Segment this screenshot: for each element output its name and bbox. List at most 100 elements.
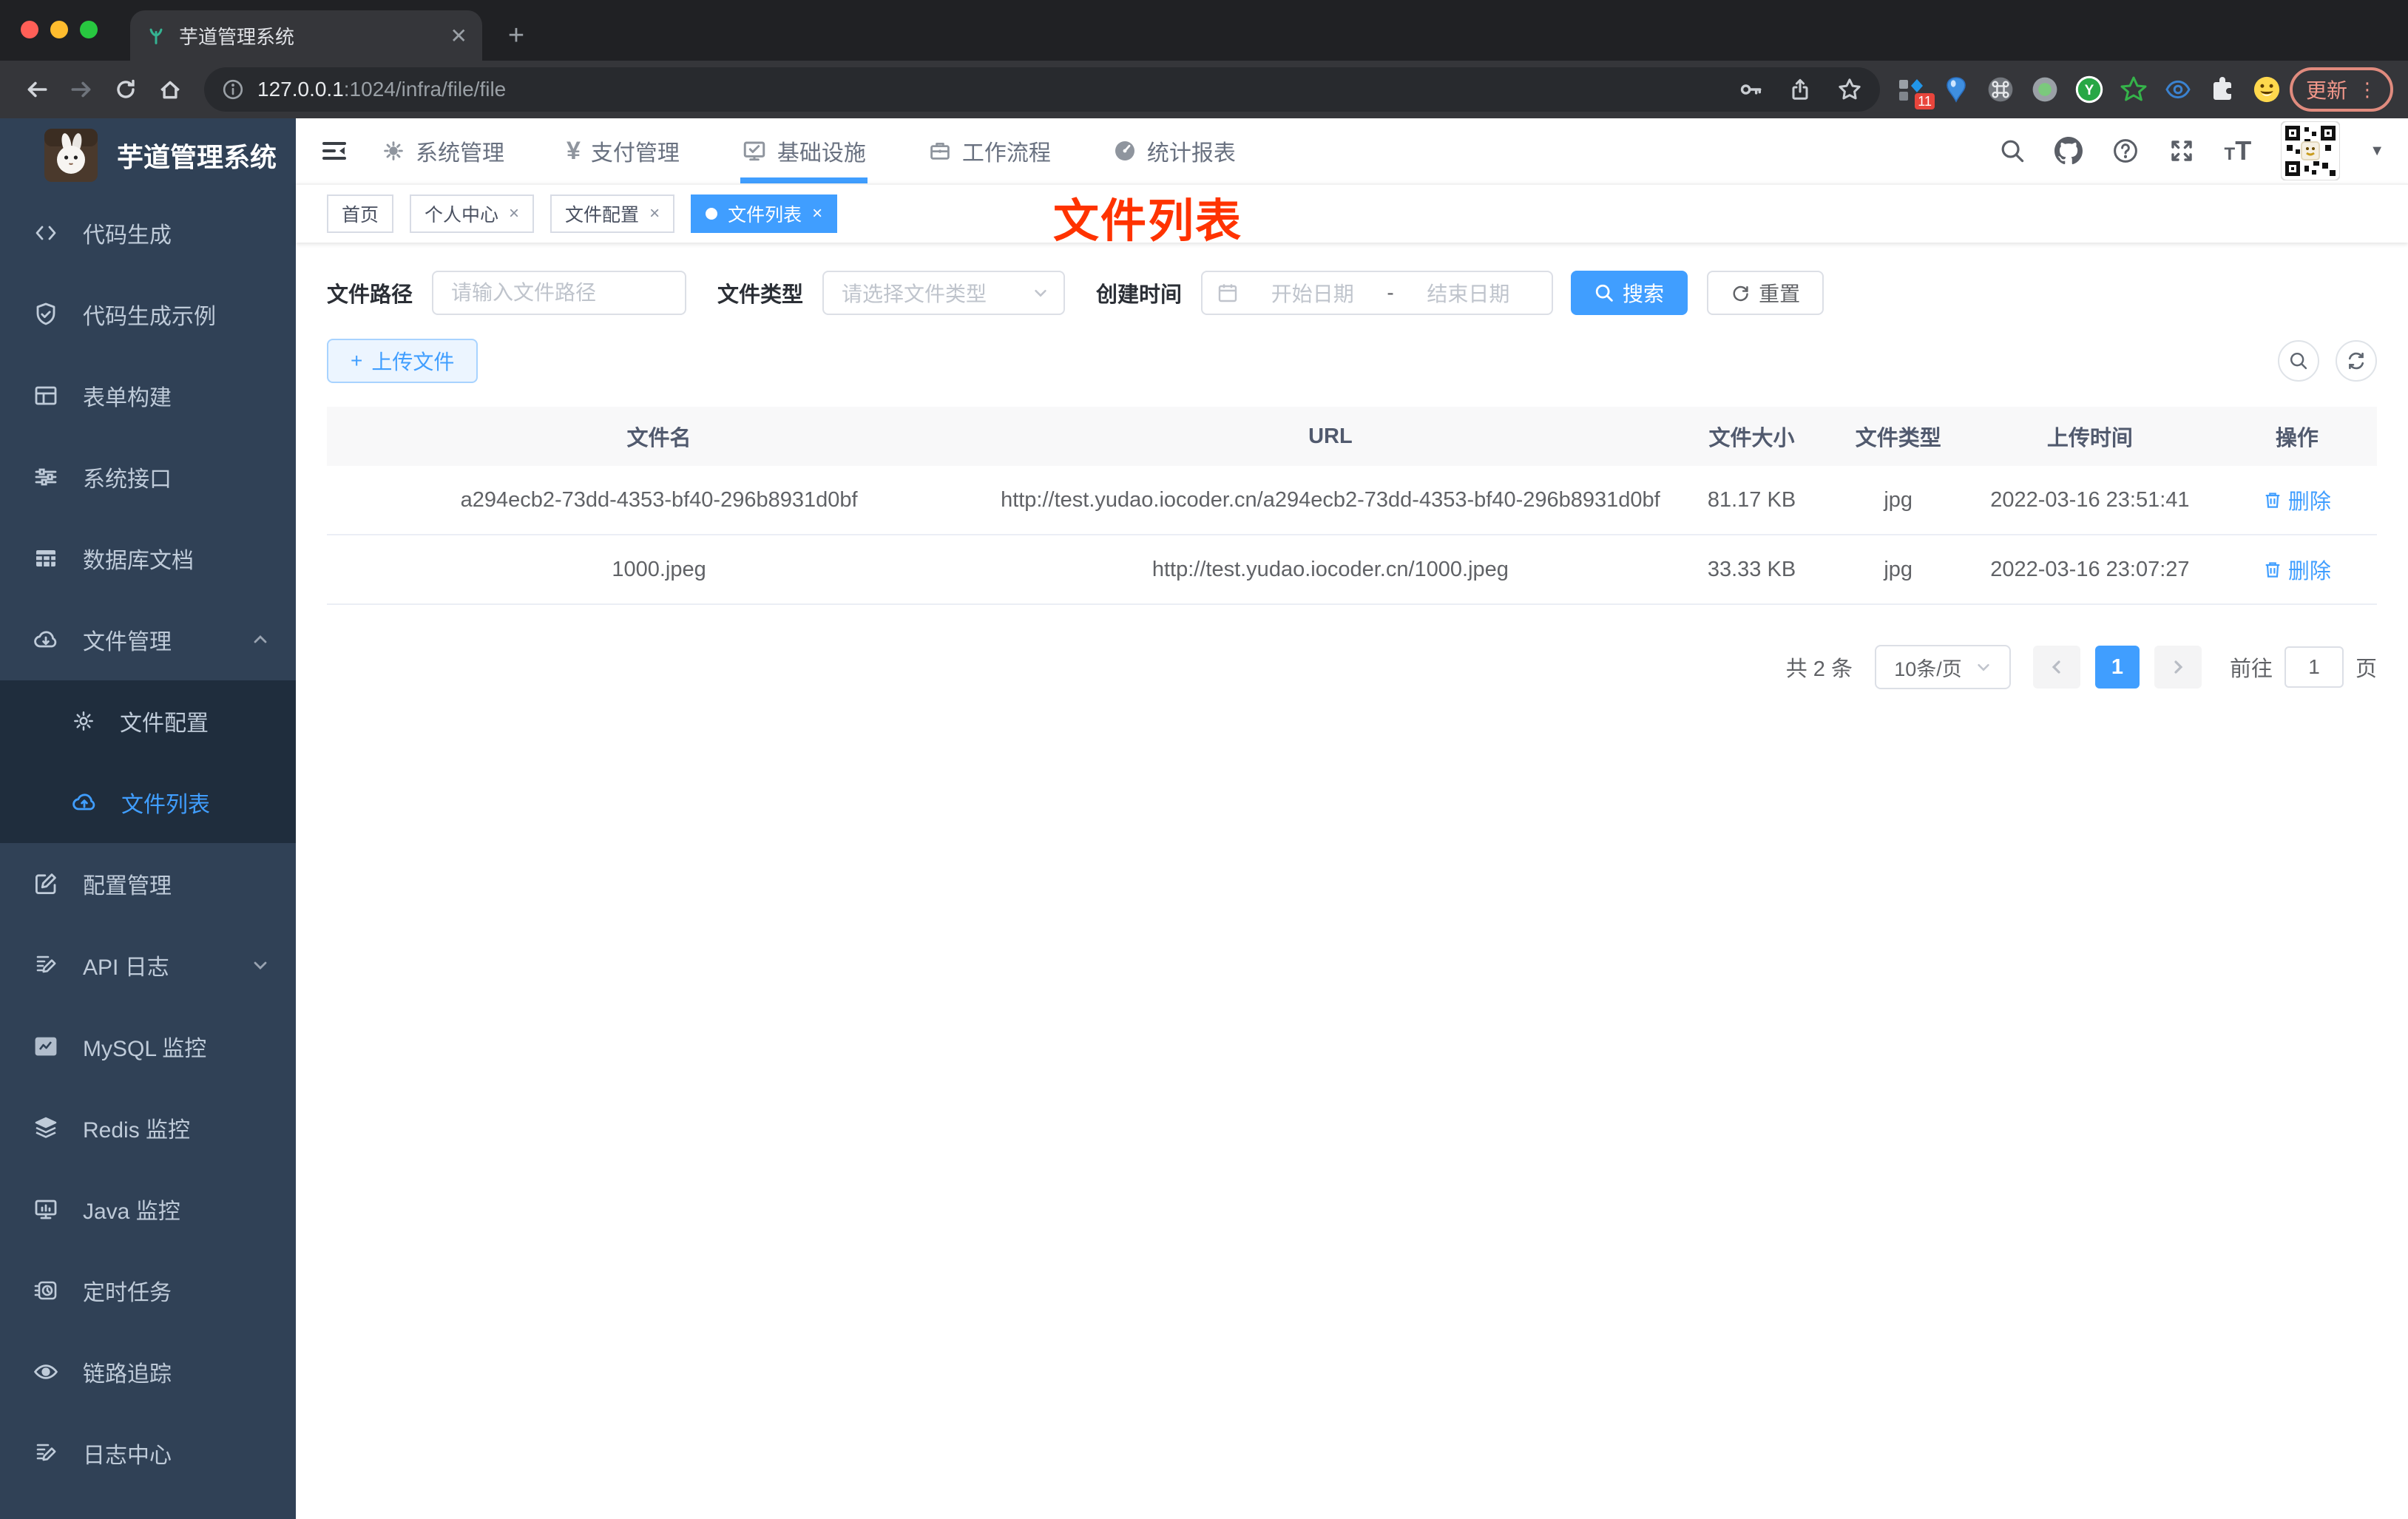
extension-tabs-icon[interactable]: 11 — [1898, 75, 1935, 109]
sidebar-item-file-config[interactable]: 文件配置 — [0, 680, 296, 762]
screen: 芋道管理系统 ✕ + 127.0.0.1:1024/infra/file/fil… — [0, 0, 2408, 1519]
plus-icon: + — [351, 349, 363, 372]
goto-page-input[interactable] — [2284, 646, 2344, 688]
search-icon[interactable] — [2000, 138, 2025, 163]
upload-button-label: 上传文件 — [371, 351, 455, 373]
fullscreen-icon[interactable] — [2168, 138, 2195, 164]
delete-button[interactable]: 删除 — [2263, 554, 2331, 585]
sidebar-item-cron[interactable]: 定时任务 — [0, 1250, 296, 1331]
tag-profile[interactable]: 个人中心 × — [410, 194, 535, 233]
extension-eye-icon[interactable] — [2164, 75, 2192, 104]
extension-balloon-icon[interactable] — [1942, 75, 1970, 104]
monitor-check-icon — [742, 138, 767, 163]
browser-tab[interactable]: 芋道管理系统 ✕ — [130, 10, 482, 61]
delete-button[interactable]: 删除 — [2263, 484, 2331, 515]
extension-puzzle-icon[interactable] — [2208, 75, 2236, 104]
tag-close-icon[interactable]: × — [649, 203, 660, 224]
page-number-current[interactable]: 1 — [2094, 646, 2140, 689]
top-navigation: 系统管理 ¥ 支付管理 基础设施 工作流程 统计报表 — [382, 118, 1236, 183]
sidebar-item-code-gen[interactable]: 代码生成 — [0, 192, 296, 274]
bookmark-star-icon[interactable] — [1837, 77, 1862, 102]
new-tab-button[interactable]: + — [497, 16, 535, 55]
sidebar-item-api-log[interactable]: API 日志 — [0, 924, 296, 1006]
minimize-window-button[interactable] — [50, 21, 68, 38]
reset-button[interactable]: 重置 — [1707, 271, 1824, 315]
sidebar-item-label: 表单构建 — [83, 386, 172, 410]
address-bar[interactable]: 127.0.0.1:1024/infra/file/file — [204, 67, 1880, 112]
sidebar-item-db-doc[interactable]: 数据库文档 — [0, 518, 296, 599]
sidebar-item-log-center[interactable]: 日志中心 — [0, 1413, 296, 1494]
browser-menu-icon[interactable]: ⋮ — [2358, 78, 2377, 101]
sliders-icon — [33, 464, 59, 490]
sidebar-item-redis[interactable]: Redis 监控 — [0, 1087, 296, 1168]
edit-square-icon — [33, 870, 59, 897]
tab-close-icon[interactable]: ✕ — [450, 24, 467, 48]
tab-infrastructure[interactable]: 基础设施 — [740, 118, 868, 183]
sidebar-collapse-icon[interactable] — [319, 136, 349, 166]
sidebar-item-form-builder[interactable]: 表单构建 — [0, 355, 296, 436]
sidebar-item-label: 日志中心 — [83, 1444, 172, 1468]
share-icon[interactable] — [1788, 78, 1812, 101]
nav-label: 工作流程 — [961, 141, 1051, 166]
github-icon[interactable] — [2054, 137, 2083, 165]
extension-star-icon[interactable] — [2120, 75, 2148, 104]
zoom-window-button[interactable] — [80, 21, 98, 38]
file-type-select[interactable]: 请选择文件类型 — [822, 271, 1066, 315]
sidebar-item-label: Java 监控 — [83, 1200, 180, 1224]
extension-y-icon[interactable]: Y — [2075, 75, 2103, 104]
nav-label: 基础设施 — [777, 141, 866, 166]
tab-reports[interactable]: 统计报表 — [1113, 118, 1236, 183]
browser-update-button[interactable]: 更新 ⋮ — [2289, 67, 2393, 112]
sidebar-item-label: API 日志 — [83, 955, 169, 980]
refresh-list-button[interactable] — [2336, 340, 2377, 382]
sidebar-item-file-mgmt[interactable]: 文件管理 — [0, 599, 296, 680]
sidebar-item-label: 配置管理 — [83, 874, 172, 899]
close-window-button[interactable] — [21, 21, 38, 38]
sidebar-item-system-api[interactable]: 系统接口 — [0, 436, 296, 518]
avatar-qr[interactable] — [2281, 121, 2341, 180]
sidebar-item-trace[interactable]: 链路追踪 — [0, 1331, 296, 1413]
reload-button[interactable] — [104, 67, 148, 112]
sidebar-item-code-demo[interactable]: 代码生成示例 — [0, 274, 296, 355]
yen-icon: ¥ — [567, 136, 581, 165]
chevron-down-icon — [251, 956, 269, 974]
sidebar-item-mysql[interactable]: MySQL 监控 — [0, 1006, 296, 1087]
tab-workflow[interactable]: 工作流程 — [928, 118, 1051, 183]
avatar-caret-icon[interactable]: ▼ — [2370, 143, 2384, 160]
file-table: 文件名 URL 文件大小 文件类型 上传时间 操作 a294ecb2-73dd-… — [327, 407, 2377, 605]
site-info-icon[interactable] — [222, 78, 244, 101]
help-icon[interactable] — [2112, 138, 2139, 164]
show-search-button[interactable] — [2278, 340, 2319, 382]
file-path-input[interactable] — [432, 271, 687, 315]
next-page-button[interactable] — [2154, 646, 2202, 689]
home-button[interactable] — [148, 67, 192, 112]
extension-command-icon[interactable] — [1986, 75, 2015, 104]
extension-emoji-icon[interactable] — [2253, 75, 2281, 104]
sidebar-item-file-list[interactable]: 文件列表 — [0, 762, 296, 843]
sidebar-item-config-mgmt[interactable]: 配置管理 — [0, 843, 296, 924]
sidebar-item-java[interactable]: Java 监控 — [0, 1168, 296, 1250]
upload-file-button[interactable]: + 上传文件 — [327, 339, 478, 383]
page-size-select[interactable]: 10条/页 — [1874, 645, 2011, 689]
tab-payment-mgmt[interactable]: ¥ 支付管理 — [567, 118, 680, 183]
forward-button[interactable] — [59, 67, 104, 112]
tag-file-list[interactable]: 文件列表 × — [691, 194, 838, 233]
search-button[interactable]: 搜索 — [1571, 271, 1688, 315]
sidebar-logo-row[interactable]: 芋道管理系统 — [0, 118, 296, 192]
back-button[interactable] — [15, 67, 59, 112]
cloud-upload-icon — [71, 789, 98, 816]
col-header-action: 操作 — [2275, 427, 2319, 450]
prev-page-button[interactable] — [2032, 646, 2080, 689]
extension-record-icon[interactable] — [2031, 75, 2059, 104]
tag-file-config[interactable]: 文件配置 × — [550, 194, 675, 233]
password-key-icon[interactable] — [1738, 77, 1763, 102]
tag-home[interactable]: 首页 — [327, 194, 394, 233]
tag-close-icon[interactable]: × — [509, 203, 519, 224]
cell-file-name: 1000.jpeg — [612, 557, 706, 581]
tab-system-mgmt[interactable]: 系统管理 — [382, 118, 504, 183]
tag-label: 首页 — [342, 205, 379, 226]
date-range-picker[interactable]: 开始日期 - 结束日期 — [1201, 271, 1554, 315]
form-grid-icon — [33, 382, 59, 409]
tag-close-icon[interactable]: × — [812, 203, 822, 224]
font-size-icon[interactable]: TT — [2225, 135, 2252, 166]
